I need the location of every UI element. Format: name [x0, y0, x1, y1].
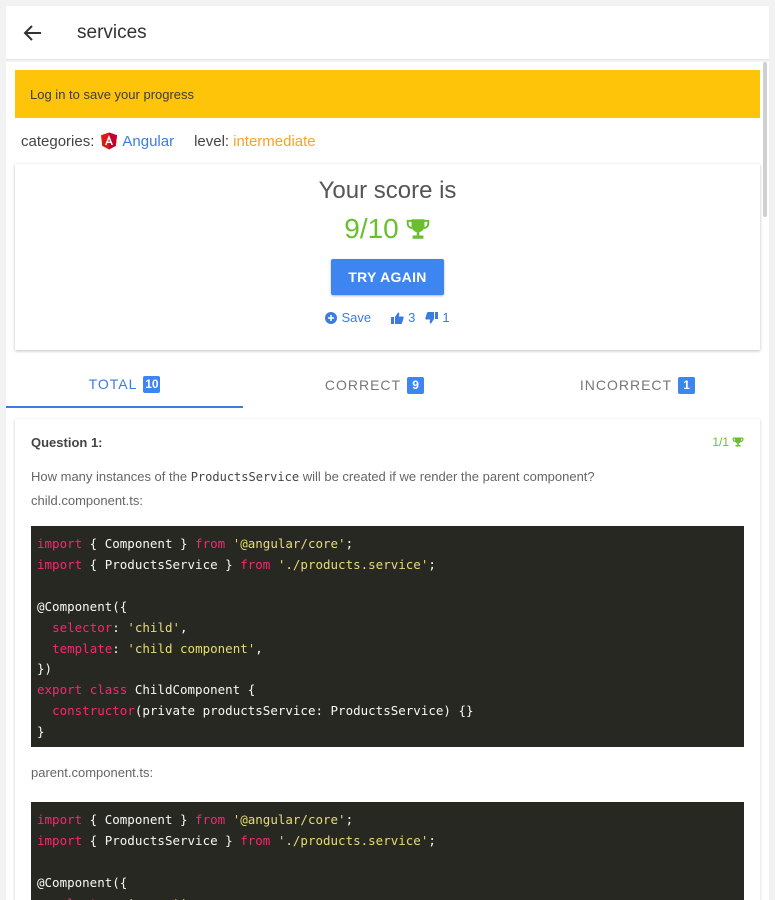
like-button[interactable]: 3: [391, 310, 415, 325]
tab-total[interactable]: TOTAL 10: [6, 362, 243, 408]
login-banner[interactable]: Log in to save your progress: [15, 70, 760, 118]
question-points-value: 1/1: [712, 435, 729, 449]
tab-incorrect-label: INCORRECT: [579, 377, 673, 393]
question-card: Question 1: 1/1 How many instances of th…: [15, 419, 760, 900]
file-label-parent: parent.component.ts:: [31, 765, 154, 780]
tab-correct[interactable]: CORRECT 9: [243, 362, 506, 408]
categories-label: categories:: [21, 132, 95, 150]
category-link[interactable]: Angular: [122, 133, 174, 150]
main-content: Log in to save your progress categories:…: [6, 62, 769, 900]
page-title: services: [77, 21, 147, 43]
tab-incorrect[interactable]: INCORRECT 1: [506, 362, 769, 408]
question-text-start: How many instances of the: [31, 469, 191, 484]
save-label: Save: [341, 310, 372, 325]
banner-text: Log in to save your progress: [30, 86, 195, 102]
code-block-parent: import { Component } from '@angular/core…: [31, 802, 744, 900]
level-value: intermediate: [233, 132, 316, 150]
question-label: Question 1:: [31, 434, 103, 450]
score-card: Your score is 9/10 TRY AGAIN Save 3 1: [15, 164, 760, 350]
back-button[interactable]: [6, 6, 60, 60]
trophy-icon: [406, 219, 430, 239]
code-block-child: import { Component } from '@angular/core…: [31, 526, 744, 747]
tab-total-label: TOTAL: [88, 376, 138, 392]
thumbs-up-icon: [391, 312, 404, 324]
question-text-end: will be created if we render the parent …: [299, 469, 595, 484]
angular-icon: [100, 132, 118, 150]
dislike-button[interactable]: 1: [425, 310, 450, 325]
scrollbar-thumb[interactable]: [763, 62, 767, 217]
score-value-row: 9/10: [15, 213, 760, 245]
tab-total-count: 10: [143, 375, 161, 393]
save-button[interactable]: Save: [325, 310, 371, 325]
quiz-meta: categories: Angular level: intermediate: [6, 118, 769, 164]
tab-incorrect-count: 1: [678, 376, 696, 394]
plus-circle-icon: [325, 311, 338, 324]
tab-correct-label: CORRECT: [324, 377, 402, 393]
question-points: 1/1: [712, 435, 744, 449]
score-actions: Save 3 1: [15, 310, 760, 325]
question-code-ref: ProductsService: [190, 470, 300, 484]
result-tabs: TOTAL 10 CORRECT 9 INCORRECT 1: [6, 362, 769, 408]
file-label-child: child.component.ts:: [31, 493, 144, 508]
score-title: Your score is: [318, 177, 457, 204]
level-label: level:: [194, 132, 230, 150]
app-bar: services: [6, 6, 769, 60]
score-value: 9/10: [344, 213, 399, 244]
trophy-icon: [732, 437, 744, 447]
question-text: How many instances of the ProductsServic…: [31, 465, 744, 489]
tab-correct-count: 9: [407, 376, 425, 394]
arrow-left-icon: [23, 24, 41, 41]
dislike-count: 1: [442, 310, 450, 325]
thumbs-down-icon: [425, 311, 439, 323]
question-header: Question 1: 1/1: [31, 419, 744, 465]
try-again-button[interactable]: TRY AGAIN: [331, 259, 444, 295]
like-count: 3: [408, 310, 416, 325]
